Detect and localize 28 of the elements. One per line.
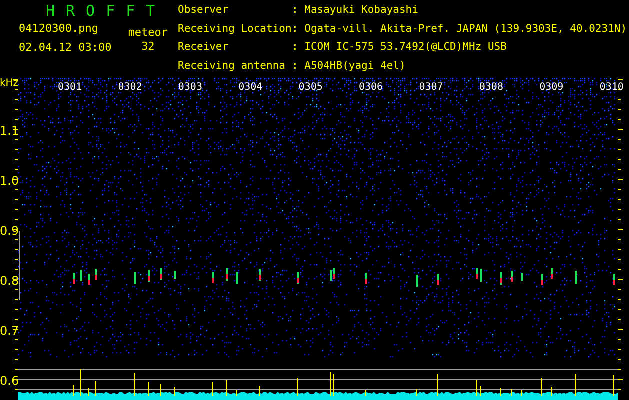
time-label: 0310	[600, 82, 624, 93]
y-axis-label: 0.7	[0, 324, 20, 338]
info-label: Receiver	[178, 41, 230, 55]
meteor-count: 32	[142, 40, 155, 53]
axis-unit: kHz	[0, 78, 19, 89]
info-value: : ICOM IC-575 53.7492(@LCD)MHz USB	[292, 41, 508, 55]
time-label: 0304	[238, 82, 263, 93]
file-name: 04120300.png	[19, 22, 100, 35]
info-label: Receiving Location	[178, 22, 292, 36]
time-label: 0309	[540, 82, 564, 93]
time-label: 0301	[58, 82, 82, 93]
app-title: HROFFT	[45, 2, 168, 20]
info-value: : A504HB(yagi 4el)	[292, 60, 407, 74]
time-label: 0305	[298, 82, 323, 93]
y-axis-label: 1.1	[0, 124, 20, 138]
time-label: 0307	[419, 82, 444, 93]
y-axis-label: 1.0	[0, 174, 20, 188]
y-axis-label: 0.9	[0, 224, 20, 238]
info-label: Observer	[178, 4, 230, 18]
info-value: : Masayuki Kobayashi	[292, 4, 420, 18]
info-value: : Ogata-vill. Akita-Pref. JAPAN (139.9303E, 40.0231N)	[292, 22, 628, 36]
time-label: 0303	[178, 82, 202, 93]
timestamp: 02.04.12 03:00	[19, 41, 113, 54]
time-label: 0306	[359, 82, 384, 93]
count-label: meteor	[128, 26, 168, 39]
time-label: 0302	[118, 82, 142, 93]
info-label: Receiving antenna	[178, 60, 286, 74]
time-label: 0308	[479, 82, 504, 93]
